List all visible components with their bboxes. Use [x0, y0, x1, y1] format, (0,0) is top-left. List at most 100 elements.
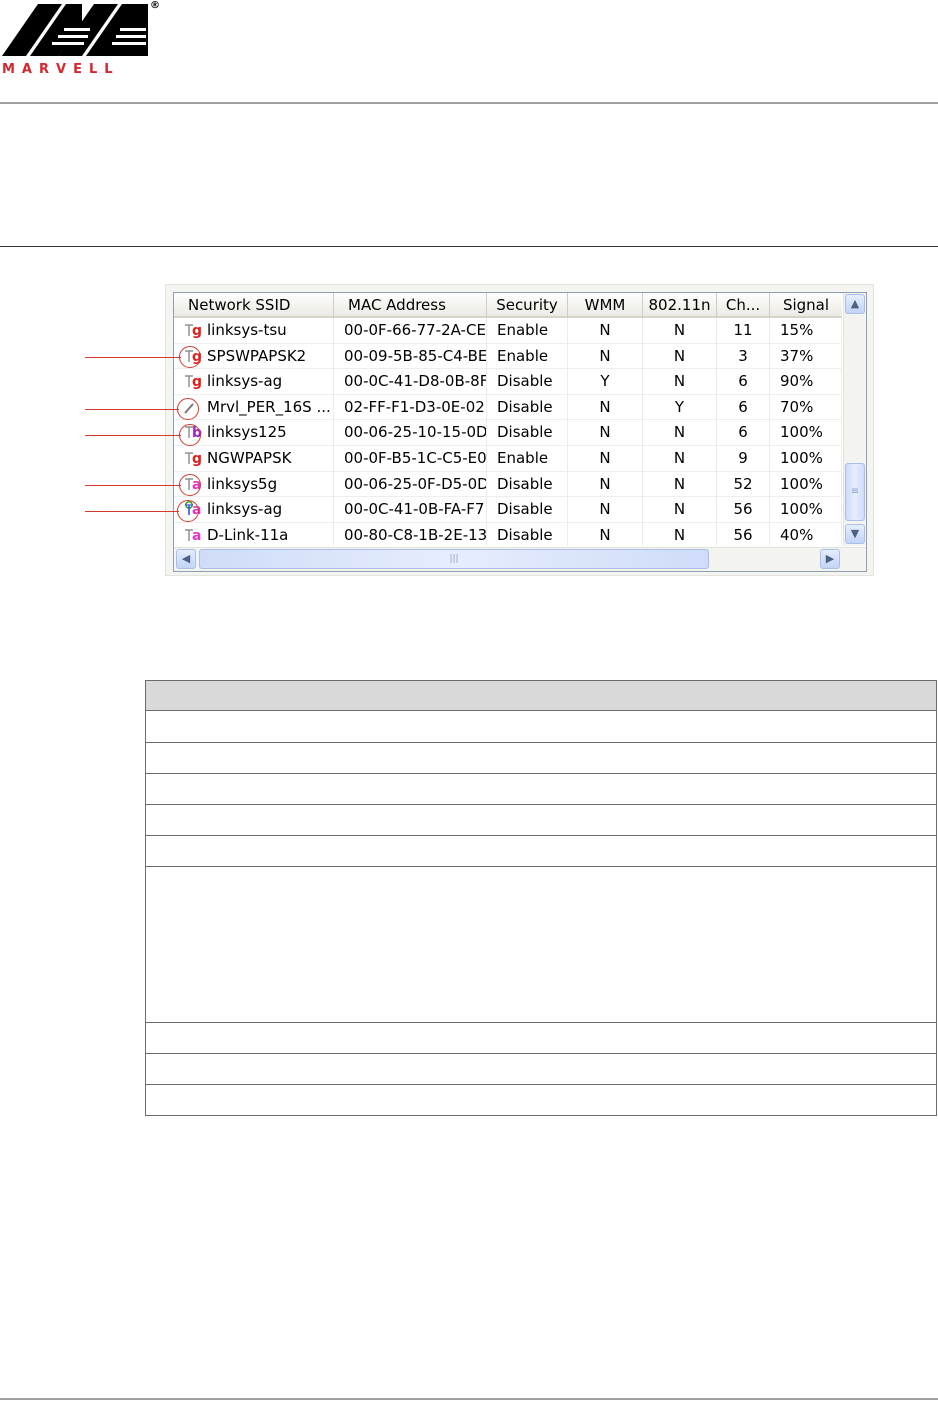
- description-table: [145, 680, 937, 1116]
- scroll-right-button[interactable]: ▶: [820, 549, 840, 569]
- signal-cell: 100%: [770, 420, 842, 446]
- mac-cell: 00-80-C8-1B-2E-13: [334, 522, 487, 546]
- marvell-wordmark: MARVELL: [2, 62, 120, 77]
- wmm-cell: N: [568, 394, 643, 420]
- column-header-ssid[interactable]: Network SSID: [174, 293, 334, 317]
- n-cell: N: [643, 446, 717, 471]
- network-row[interactable]: g SPSWPAPSK2 00-09-5B-85-C4-BE Enable N N 3 37%: [174, 343, 842, 370]
- network-list-figure: Network SSID MAC Address Security WMM 80…: [165, 284, 874, 576]
- column-header-wmm[interactable]: WMM: [568, 293, 643, 317]
- network-row[interactable]: g linksys-tsu 00-0F-66-77-2A-CE Enable N N 11 1…: [174, 318, 842, 344]
- mac-cell: 00-09-5B-85-C4-BE: [334, 343, 487, 369]
- scroll-down-button[interactable]: ▼: [845, 524, 865, 544]
- ssid-cell: g linksys-ag: [174, 369, 334, 395]
- n-cell: N: [643, 471, 717, 497]
- table-header-row: [146, 681, 936, 711]
- table-row: [146, 1054, 936, 1085]
- ssid-text: SPSWPAPSK2: [207, 346, 307, 365]
- ssid-cell: g NGWPAPSK: [174, 446, 334, 471]
- footer-divider: [0, 1398, 938, 1400]
- wmm-cell: N: [568, 471, 643, 497]
- section-divider: [0, 246, 938, 247]
- security-cell: Disable: [487, 522, 568, 546]
- wmm-cell: N: [568, 318, 643, 343]
- network-row[interactable]: b linksys125 00-06-25-10-15-0D Disable N N 6 10…: [174, 420, 842, 446]
- scroll-hgrip-icon: |||: [449, 554, 459, 564]
- channel-cell: 6: [717, 369, 770, 395]
- network-row[interactable]: a D-Link-11a 00-80-C8-1B-2E-13 Disable N N 56 4…: [174, 522, 842, 546]
- security-cell: Disable: [487, 394, 568, 420]
- mac-cell: 00-0C-41-D8-0B-8F: [334, 369, 487, 395]
- registered-mark: ®: [150, 0, 160, 11]
- signal-cell: 90%: [770, 369, 842, 395]
- n-cell: N: [643, 343, 717, 369]
- table-row: [146, 867, 936, 1023]
- band-badge: g: [192, 451, 203, 467]
- channel-cell: 52: [717, 471, 770, 497]
- network-row[interactable]: a linksys-ag 00-0C-41-0B-FA-F7 Disable N N 56 1…: [174, 497, 842, 523]
- channel-cell: 6: [717, 394, 770, 420]
- network-row[interactable]: g NGWPAPSK 00-0F-B5-1C-C5-E0 Enable N N 9 100%: [174, 446, 842, 472]
- n-cell: N: [643, 522, 717, 546]
- signal-cell: 100%: [770, 446, 842, 471]
- n-cell: N: [643, 318, 717, 343]
- column-header-channel[interactable]: Ch...: [717, 293, 770, 317]
- mac-cell: 00-0C-41-0B-FA-F7: [334, 497, 487, 523]
- ssid-text: NGWPAPSK: [207, 449, 292, 467]
- ssid-cell: a D-Link-11a: [174, 522, 334, 546]
- ssid-text: D-Link-11a: [207, 525, 289, 544]
- security-cell: Enable: [487, 318, 568, 343]
- network-row[interactable]: a linksys5g 00-06-25-0F-D5-0D Disable N N 52 10…: [174, 471, 842, 498]
- callout-ring-adhoc: [177, 398, 199, 420]
- network-list-view[interactable]: Network SSID MAC Address Security WMM 80…: [173, 292, 867, 572]
- callout-line-adhoc: [85, 409, 179, 410]
- mac-cell: 00-06-25-0F-D5-0D: [334, 471, 487, 497]
- ssid-text: linksys-ag: [207, 500, 283, 519]
- header-divider: [0, 102, 938, 104]
- n-cell: N: [643, 420, 717, 446]
- table-row: [146, 805, 936, 836]
- channel-cell: 6: [717, 420, 770, 446]
- callout-ring-band-b: [179, 424, 201, 446]
- column-header-mac[interactable]: MAC Address: [334, 293, 487, 317]
- mac-cell: 00-0F-B5-1C-C5-E0: [334, 446, 487, 471]
- signal-cell: 70%: [770, 394, 842, 420]
- wmm-cell: N: [568, 497, 643, 523]
- vertical-scroll-thumb[interactable]: ≡: [845, 463, 865, 521]
- signal-cell: 100%: [770, 471, 842, 497]
- network-row[interactable]: Mrvl_PER_16S ... 02-FF-F1-D3-0E-02 Disable…: [174, 394, 842, 421]
- network-row[interactable]: g linksys-ag 00-0C-41-D8-0B-8F Disable Y N 6 90…: [174, 369, 842, 395]
- ssid-text: linksys-ag: [207, 372, 283, 391]
- table-row: [146, 1085, 936, 1115]
- column-header-signal[interactable]: Signal: [770, 293, 842, 317]
- callout-ring-connected: [177, 500, 199, 522]
- band-badge: a: [192, 527, 202, 544]
- mac-cell: 02-FF-F1-D3-0E-02: [334, 394, 487, 420]
- scroll-grip-icon: ≡: [850, 486, 860, 497]
- wmm-cell: N: [568, 522, 643, 546]
- security-cell: Disable: [487, 420, 568, 446]
- scroll-up-button[interactable]: ▲: [845, 294, 865, 314]
- table-row: [146, 836, 936, 867]
- horizontal-scrollbar[interactable]: ◀ ||| ▶: [174, 547, 866, 571]
- wmm-cell: N: [568, 420, 643, 446]
- channel-cell: 11: [717, 318, 770, 343]
- ssid-text: linksys125: [207, 423, 287, 442]
- channel-cell: 56: [717, 497, 770, 523]
- column-header-security[interactable]: Security: [487, 293, 568, 317]
- wmm-cell: Y: [568, 369, 643, 395]
- scroll-left-button[interactable]: ◀: [176, 549, 196, 569]
- band-badge: g: [192, 374, 203, 391]
- horizontal-scroll-thumb[interactable]: |||: [199, 549, 709, 569]
- ssid-text: linksys-tsu: [207, 321, 287, 339]
- callout-line-infrastructure: [85, 357, 181, 358]
- callout-ring-infrastructure: [179, 346, 201, 368]
- column-header-80211n[interactable]: 802.11n: [643, 293, 717, 317]
- n-cell: N: [643, 369, 717, 395]
- band-badge: g: [192, 323, 203, 339]
- mac-cell: 00-06-25-10-15-0D: [334, 420, 487, 446]
- signal-cell: 40%: [770, 522, 842, 546]
- wmm-cell: N: [568, 343, 643, 369]
- channel-cell: 56: [717, 522, 770, 546]
- vertical-scrollbar[interactable]: ▲ ≡ ▼: [843, 293, 866, 546]
